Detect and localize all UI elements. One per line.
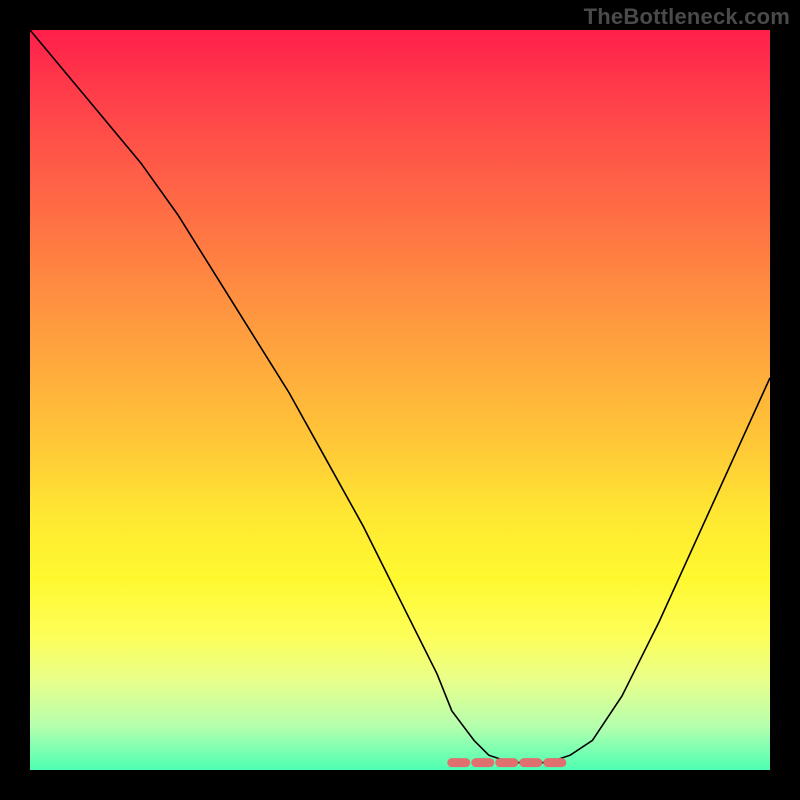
watermark-text: TheBottleneck.com <box>584 4 790 30</box>
chart-svg <box>30 30 770 770</box>
plot-area <box>30 30 770 770</box>
chart-frame: TheBottleneck.com <box>0 0 800 800</box>
curve-line <box>30 30 770 763</box>
